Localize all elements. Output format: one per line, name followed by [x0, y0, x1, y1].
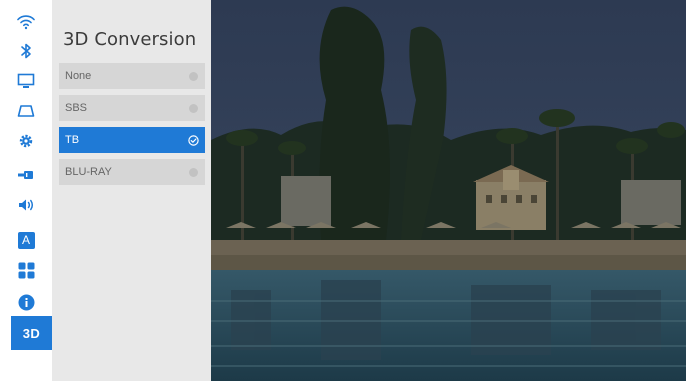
rail-item-apps[interactable]	[14, 258, 38, 282]
rail-item-input-source[interactable]	[14, 163, 38, 187]
keystone-icon	[17, 105, 35, 117]
settings-icon-rail: A 3D	[0, 0, 52, 381]
apps-icon	[18, 262, 34, 278]
option-label: None	[65, 70, 92, 82]
display-icon	[17, 73, 35, 88]
wifi-icon	[17, 15, 35, 30]
projector-settings-screen: A 3D 3D Conversion None SBS TB BLU-RAY	[0, 0, 686, 381]
panel-title: 3D Conversion	[63, 29, 197, 50]
background-scene-image	[211, 0, 686, 381]
rail-item-volume[interactable]	[14, 193, 38, 217]
radio-unselected-icon	[189, 71, 198, 81]
input-source-icon	[18, 171, 33, 179]
rail-item-wifi[interactable]	[14, 10, 38, 34]
info-icon	[18, 294, 34, 310]
option-none[interactable]: None	[59, 63, 205, 89]
3d-conversion-panel: 3D Conversion None SBS TB BLU-RAY	[52, 0, 211, 381]
option-label: TB	[65, 134, 80, 146]
settings-gear-icon	[19, 134, 33, 148]
option-blu-ray[interactable]: BLU-RAY	[59, 159, 205, 185]
rail-item-bluetooth[interactable]	[14, 39, 38, 63]
rail-item-language[interactable]: A	[14, 228, 38, 252]
check-circle-icon	[188, 134, 199, 146]
rail-item-settings[interactable]	[14, 129, 38, 153]
rail-item-3d[interactable]: 3D	[11, 316, 52, 350]
3d-icon: 3D	[22, 325, 41, 341]
language-icon: A	[17, 231, 35, 249]
option-label: BLU-RAY	[65, 166, 112, 178]
option-label: SBS	[65, 102, 88, 114]
radio-unselected-icon	[189, 103, 198, 113]
resort-beach-picture	[211, 0, 686, 381]
rail-item-info[interactable]	[14, 290, 38, 314]
language-icon-letter: A	[21, 233, 30, 247]
option-tb[interactable]: TB	[59, 127, 205, 153]
rail-item-keystone[interactable]	[14, 99, 38, 123]
radio-unselected-icon	[189, 167, 198, 177]
rail-item-display[interactable]	[14, 69, 38, 93]
bluetooth-icon	[21, 43, 31, 59]
option-sbs[interactable]: SBS	[59, 95, 205, 121]
volume-icon	[19, 199, 34, 211]
